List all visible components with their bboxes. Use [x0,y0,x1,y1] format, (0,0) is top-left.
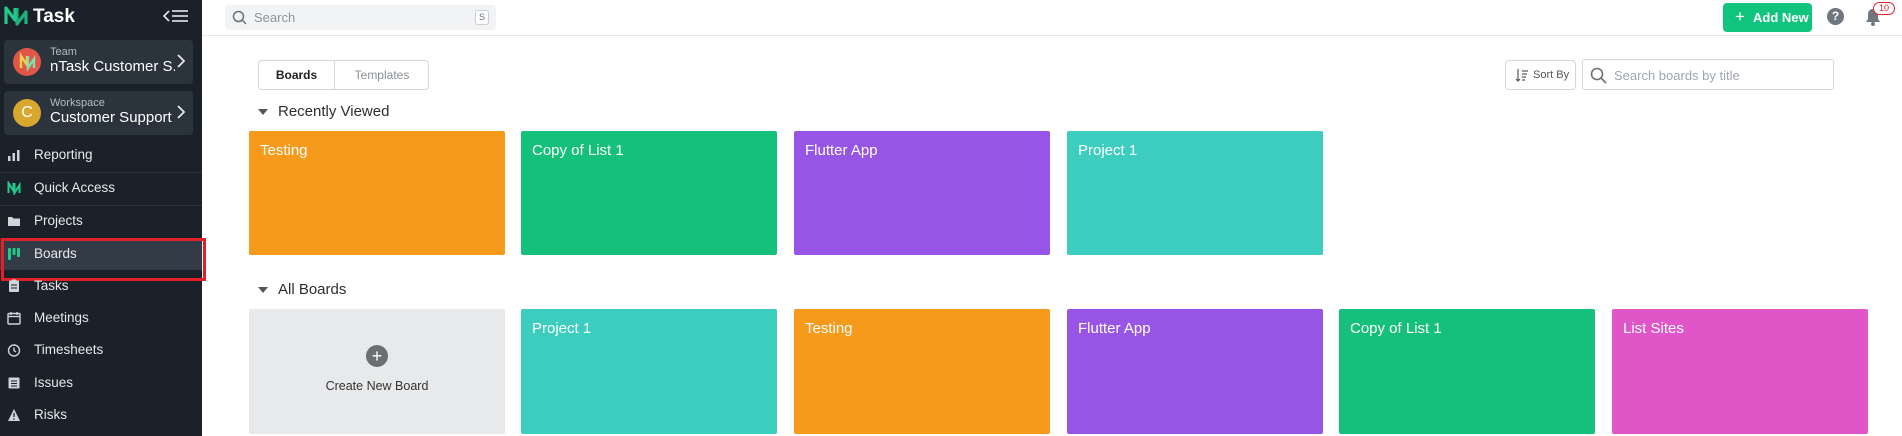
sidebar-item-timesheets[interactable]: Timesheets [0,334,202,366]
global-search[interactable]: Search S [225,5,496,30]
workspace-name: Customer Support [50,109,172,126]
projects-icon [8,217,20,226]
search-icon [232,10,247,25]
help-icon[interactable]: ? [1827,8,1844,25]
caret-down-icon [258,109,268,115]
board-card-list-sites[interactable]: List Sites [1612,309,1868,434]
create-new-board-label: Create New Board [325,379,429,393]
add-new-button[interactable]: + Add New [1723,3,1812,32]
team-avatar [13,48,41,76]
sidebar-item-label: Meetings [34,310,89,325]
sidebar: Task Team nTask Customer S... C Workspac… [0,0,206,436]
search-icon [1590,67,1607,84]
brand-header: Task [0,0,202,34]
notification-count-badge: 10 [1873,2,1895,15]
tab-boards[interactable]: Boards [259,61,335,89]
create-new-board-card[interactable]: + Create New Board [249,309,505,434]
plus-icon: + [1735,7,1745,26]
sort-by-button[interactable]: Sort By [1505,60,1576,90]
view-tabs: Boards Templates [258,60,429,90]
caret-down-icon [258,287,268,293]
sort-icon [1515,69,1528,82]
workspace-label: Workspace [50,97,105,109]
sidebar-item-tasks[interactable]: Tasks [0,270,202,302]
chevron-right-icon [177,54,185,68]
sidebar-item-label: Timesheets [34,342,104,357]
team-name: nTask Customer S... [50,58,175,75]
sidebar-item-label: Boards [34,246,77,261]
tab-templates[interactable]: Templates [335,61,429,89]
sidebar-item-label: Reporting [34,147,93,162]
board-title: Copy of List 1 [1350,320,1442,337]
sidebar-item-label: Tasks [34,278,69,293]
board-card-testing[interactable]: Testing [249,131,505,255]
board-title: Project 1 [1078,142,1138,159]
issues-icon [8,377,20,389]
board-title: Testing [805,320,853,337]
board-title: Flutter App [1078,320,1151,337]
workspace-avatar: C [13,99,41,127]
collapse-sidebar-icon[interactable] [163,8,189,24]
board-title: Project 1 [532,320,592,337]
add-new-label: Add New [1753,10,1809,25]
sidebar-item-label: Risks [34,407,67,422]
section-title: All Boards [278,281,347,298]
sidebar-item-risks[interactable]: Risks [0,399,202,431]
search-shortcut-key: S [475,10,489,25]
board-card-flutter-app[interactable]: Flutter App [1067,309,1323,434]
sidebar-item-projects[interactable]: Projects [0,205,202,237]
plus-circle-icon: + [366,345,388,367]
board-search-input[interactable]: Search boards by title [1582,59,1834,90]
sidebar-item-meetings[interactable]: Meetings [0,302,202,334]
tasks-icon [9,279,19,292]
brand-name: Task [33,6,75,27]
board-title: Copy of List 1 [532,142,624,159]
board-title: Testing [260,142,308,159]
sidebar-item-quick-access[interactable]: Quick Access [0,172,202,204]
workspace-selector[interactable]: C Workspace Customer Support [4,91,193,135]
section-title: Recently Viewed [278,103,390,120]
recently-viewed-header[interactable]: Recently Viewed [258,103,458,123]
boards-icon [8,248,20,260]
board-title: Flutter App [805,142,878,159]
risks-icon [8,409,20,421]
board-card-project-1[interactable]: Project 1 [521,309,777,434]
board-card-copy-of-list-1[interactable]: Copy of List 1 [521,131,777,255]
board-title: List Sites [1623,320,1684,337]
top-bar: Search S + Add New ? 10 [202,0,1902,36]
board-card-testing[interactable]: Testing [794,309,1050,434]
sidebar-item-label: Issues [34,375,74,390]
board-card-flutter-app[interactable]: Flutter App [794,131,1050,255]
team-selector[interactable]: Team nTask Customer S... [4,40,193,84]
sidebar-item-boards[interactable]: Boards [0,238,206,281]
quick-access-icon [7,181,21,195]
team-label: Team [50,46,77,58]
search-placeholder: Search [254,10,296,25]
ntask-logo-icon [4,6,28,26]
timesheets-icon [7,344,21,357]
team-logo-icon [19,52,36,72]
sidebar-item-label: Projects [34,213,83,228]
sort-by-label: Sort By [1533,69,1570,81]
meetings-icon [7,312,21,325]
board-card-copy-of-list-1[interactable]: Copy of List 1 [1339,309,1595,434]
board-card-project-1[interactable]: Project 1 [1067,131,1323,255]
chevron-right-icon [177,105,185,119]
reporting-icon [8,150,20,161]
sidebar-item-issues[interactable]: Issues [0,367,202,399]
sidebar-item-label: Quick Access [34,180,116,195]
sidebar-item-reporting[interactable]: Reporting [0,139,202,171]
all-boards-header[interactable]: All Boards [258,281,458,301]
board-search-placeholder: Search boards by title [1614,68,1740,83]
